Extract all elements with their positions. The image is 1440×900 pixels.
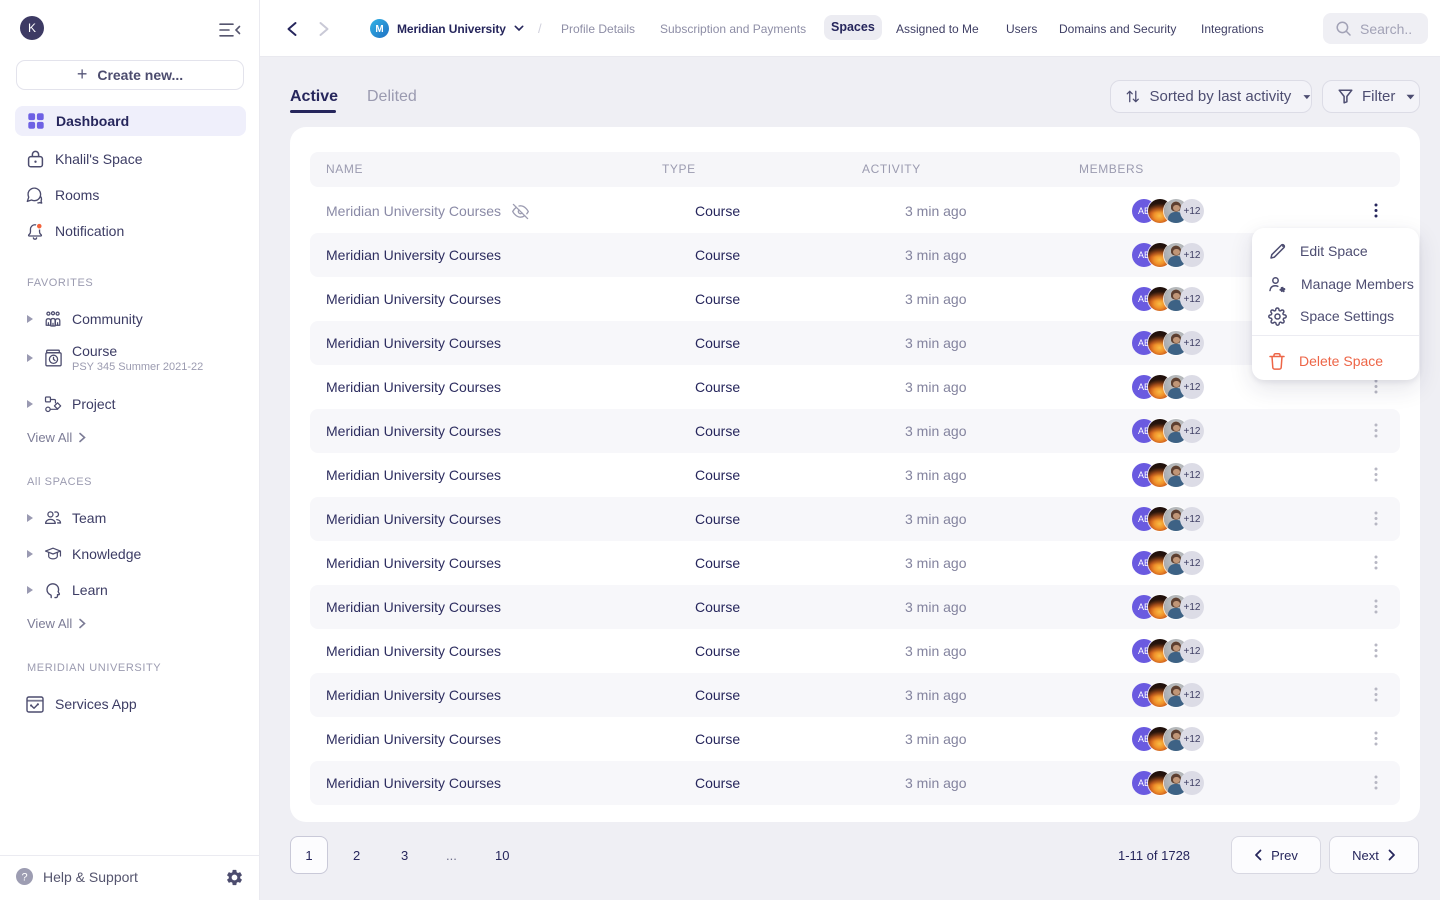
svg-text:?: ? bbox=[21, 871, 27, 883]
svg-text:M: M bbox=[375, 24, 383, 35]
